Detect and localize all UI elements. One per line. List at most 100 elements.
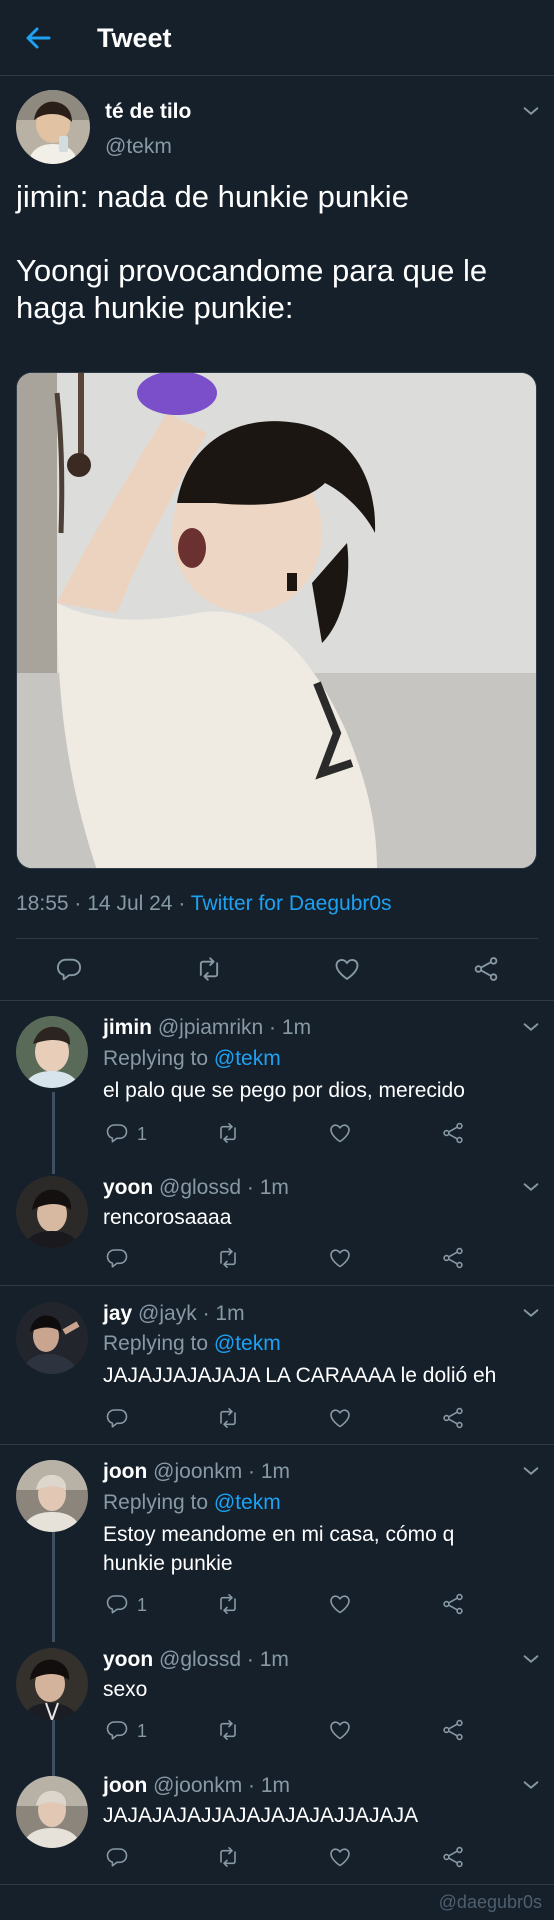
watermark: @daegubr0s xyxy=(438,1892,542,1912)
reply-icon[interactable] xyxy=(105,1718,129,1742)
thread-line xyxy=(52,1532,55,1642)
share-icon[interactable] xyxy=(441,1246,465,1270)
reply-icon[interactable] xyxy=(105,1246,129,1270)
chevron-down-icon[interactable] xyxy=(520,1648,542,1670)
reply-text: rencorosaaaa xyxy=(103,1206,232,1229)
tweet-image[interactable] xyxy=(16,372,537,869)
like-icon[interactable] xyxy=(328,1246,352,1270)
reply-text: sexo xyxy=(103,1678,148,1701)
reply-count: 1 xyxy=(137,1124,148,1144)
avatar[interactable] xyxy=(16,1016,88,1088)
avatar[interactable] xyxy=(16,1776,88,1848)
avatar[interactable] xyxy=(16,1648,88,1720)
reply-header: yoon @glossd · 1m xyxy=(103,1648,289,1672)
separator: · xyxy=(246,1648,254,1671)
like-icon[interactable] xyxy=(333,955,361,983)
retweet-icon[interactable] xyxy=(216,1121,240,1145)
separator: · xyxy=(246,1176,254,1199)
reply-header: joon @joonkm · 1m xyxy=(103,1460,290,1484)
reply-icon[interactable] xyxy=(105,1592,129,1616)
reply-author-name[interactable]: yoon xyxy=(103,1176,153,1199)
replying-to: Replying to @tekm xyxy=(103,1491,281,1515)
reply-author-name[interactable]: jimin xyxy=(103,1016,152,1039)
avatar[interactable] xyxy=(16,90,90,164)
reply-icon[interactable] xyxy=(105,1121,129,1145)
reply-time: 1m xyxy=(260,1774,291,1797)
like-icon[interactable] xyxy=(328,1845,352,1869)
share-icon[interactable] xyxy=(441,1845,465,1869)
replying-prefix: Replying to xyxy=(103,1491,209,1514)
reply-author-name[interactable]: joon xyxy=(103,1774,147,1797)
retweet-icon[interactable] xyxy=(216,1718,240,1742)
retweet-icon[interactable] xyxy=(216,1406,240,1430)
avatar[interactable] xyxy=(16,1176,88,1248)
reply-icon[interactable] xyxy=(55,955,83,983)
page-title: Tweet xyxy=(97,23,172,53)
replying-prefix: Replying to xyxy=(103,1047,209,1070)
reply-header: jimin @jpiamrikn · 1m xyxy=(103,1016,311,1040)
tweet-source-link[interactable]: Twitter for Daegubr0s xyxy=(191,892,392,915)
thread-line xyxy=(52,1720,55,1776)
reply-icon[interactable] xyxy=(105,1406,129,1430)
replying-to-link[interactable]: @tekm xyxy=(214,1332,281,1355)
reply-author-handle[interactable]: @glossd xyxy=(159,1648,241,1671)
avatar[interactable] xyxy=(16,1460,88,1532)
share-icon[interactable] xyxy=(441,1121,465,1145)
reply-author-handle[interactable]: @jpiamrikn xyxy=(158,1016,263,1039)
replying-to: Replying to @tekm xyxy=(103,1332,281,1356)
replying-prefix: Replying to xyxy=(103,1332,209,1355)
like-icon[interactable] xyxy=(328,1121,352,1145)
chevron-down-icon[interactable] xyxy=(520,1176,542,1198)
chevron-down-icon[interactable] xyxy=(520,100,542,122)
divider xyxy=(0,1000,554,1001)
reply-header: jay @jayk · 1m xyxy=(103,1302,245,1326)
like-icon[interactable] xyxy=(328,1718,352,1742)
reply-author-handle[interactable]: @jayk xyxy=(138,1302,197,1325)
reply-header: joon @joonkm · 1m xyxy=(103,1774,290,1798)
reply-author-handle[interactable]: @joonkm xyxy=(153,1460,242,1483)
retweet-icon[interactable] xyxy=(216,1246,240,1270)
retweet-icon[interactable] xyxy=(216,1845,240,1869)
like-icon[interactable] xyxy=(328,1406,352,1430)
reply-time: 1m xyxy=(215,1302,245,1325)
reply-time: 1m xyxy=(260,1460,291,1483)
tweet-date: 14 Jul 24 xyxy=(87,892,173,915)
share-icon[interactable] xyxy=(441,1718,465,1742)
retweet-icon[interactable] xyxy=(216,1592,240,1616)
divider xyxy=(0,1285,554,1286)
reply-icon[interactable] xyxy=(105,1845,129,1869)
tweet-text: jimin: nada de hunkie punkie Yoongi prov… xyxy=(16,179,488,325)
author-handle[interactable]: @tekm xyxy=(105,135,172,159)
reply-author-handle[interactable]: @joonkm xyxy=(153,1774,242,1797)
reply-author-name[interactable]: joon xyxy=(103,1460,147,1483)
chevron-down-icon[interactable] xyxy=(520,1774,542,1796)
like-icon[interactable] xyxy=(328,1592,352,1616)
share-icon[interactable] xyxy=(472,955,500,983)
avatar[interactable] xyxy=(16,1302,88,1374)
replying-to: Replying to @tekm xyxy=(103,1047,281,1071)
separator: · xyxy=(248,1774,256,1797)
retweet-icon[interactable] xyxy=(195,955,223,983)
reply-text: Estoy meandome en mi casa, cómo q hunkie… xyxy=(103,1523,455,1575)
tweet-meta: 18:55 · 14 Jul 24 · Twitter for Daegubr0… xyxy=(16,892,392,916)
chevron-down-icon[interactable] xyxy=(520,1460,542,1482)
share-icon[interactable] xyxy=(441,1406,465,1430)
reply-count: 1 xyxy=(137,1595,148,1615)
share-icon[interactable] xyxy=(441,1592,465,1616)
reply-time: 1m xyxy=(259,1176,289,1199)
back-arrow-icon[interactable] xyxy=(22,22,54,54)
separator: · xyxy=(202,1302,210,1325)
reply-author-handle[interactable]: @glossd xyxy=(159,1176,241,1199)
author-name[interactable]: té de tilo xyxy=(105,100,191,124)
reply-author-name[interactable]: jay xyxy=(103,1302,132,1325)
reply-text: JAJAJJAJAJAJA LA CARAAAA le dolió eh xyxy=(103,1364,497,1387)
chevron-down-icon[interactable] xyxy=(520,1016,542,1038)
reply-header: yoon @glossd · 1m xyxy=(103,1176,289,1200)
reply-text: el palo que se pego por dios, merecido xyxy=(103,1079,465,1102)
separator: · xyxy=(178,892,186,915)
reply-author-name[interactable]: yoon xyxy=(103,1648,153,1671)
chevron-down-icon[interactable] xyxy=(520,1302,542,1324)
thread-line xyxy=(52,1092,55,1174)
replying-to-link[interactable]: @tekm xyxy=(214,1491,281,1514)
replying-to-link[interactable]: @tekm xyxy=(214,1047,281,1070)
